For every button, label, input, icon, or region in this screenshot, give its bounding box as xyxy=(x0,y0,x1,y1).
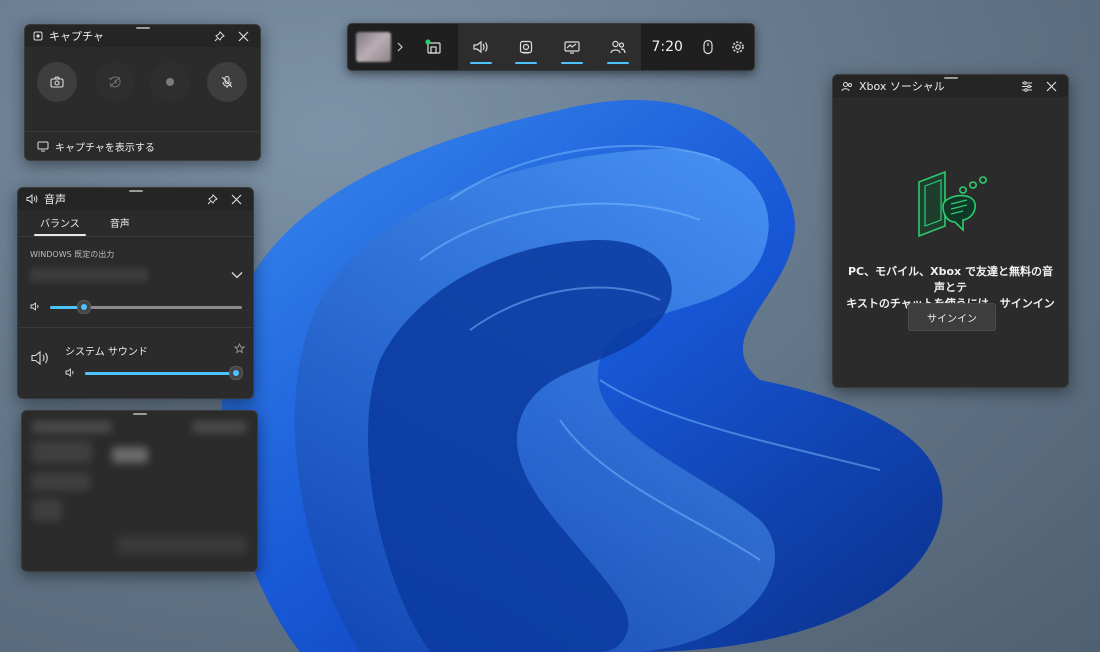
show-captures-label: キャプチャを表示する xyxy=(55,142,155,154)
pin-icon xyxy=(207,193,218,204)
chevron-right-icon xyxy=(397,42,404,52)
drag-handle[interactable] xyxy=(132,413,147,415)
camera-icon xyxy=(50,76,64,88)
speaker-icon xyxy=(31,350,48,366)
pin-icon xyxy=(214,30,225,41)
close-icon xyxy=(231,194,241,204)
mouse-icon xyxy=(703,39,713,55)
performance-widget-button[interactable] xyxy=(548,24,595,70)
audio-panel: 音声 バランス 音声 WINDOWS 既定の出力 システム サウンド xyxy=(17,187,254,399)
output-device-name xyxy=(30,268,148,282)
audio-widget-button[interactable] xyxy=(458,24,504,70)
blurred-widget-panel xyxy=(21,410,258,572)
mic-toggle-button[interactable] xyxy=(207,62,247,102)
xbox-social-panel: Xbox ソーシャル PC、モバイル、Xbox で友達と無料の音声とテ キストの… xyxy=(832,74,1069,388)
record-last-button[interactable] xyxy=(95,62,135,102)
output-device-dropdown[interactable] xyxy=(231,271,243,279)
audio-icon xyxy=(26,194,38,204)
app-speaker-icon-wrap xyxy=(31,350,51,366)
tab-balance[interactable]: バランス xyxy=(34,211,86,236)
performance-icon xyxy=(563,41,580,54)
drag-handle[interactable] xyxy=(128,190,143,192)
close-button[interactable] xyxy=(1042,77,1060,95)
record-last-icon xyxy=(108,76,121,88)
speaker-icon xyxy=(30,302,39,311)
game-bar: 7:20 xyxy=(347,23,755,71)
signin-message-line-1: PC、モバイル、Xbox で友達と無料の音声とテ xyxy=(848,265,1053,294)
clock: 7:20 xyxy=(651,39,683,55)
output-section-label: WINDOWS 既定の出力 xyxy=(30,250,115,259)
close-button[interactable] xyxy=(234,27,252,45)
game-thumbnail[interactable] xyxy=(356,32,392,62)
social-icon xyxy=(841,81,852,91)
audio-icon xyxy=(473,40,488,54)
settings-button[interactable] xyxy=(722,24,754,70)
filter-button[interactable] xyxy=(1018,77,1036,95)
gear-icon xyxy=(732,41,745,53)
app-volume-icon-wrap xyxy=(65,368,76,377)
expand-chevron[interactable] xyxy=(391,24,409,70)
signin-button[interactable]: サインイン xyxy=(908,303,996,331)
master-volume-slider[interactable] xyxy=(50,300,242,314)
widget-menu-icon xyxy=(425,39,441,54)
capture-icon xyxy=(520,40,533,54)
panel-title: Xbox ソーシャル xyxy=(859,80,945,93)
mic-off-icon xyxy=(221,75,233,88)
close-icon xyxy=(1046,81,1056,91)
record-button[interactable] xyxy=(150,62,190,102)
show-captures-link[interactable]: キャプチャを表示する xyxy=(25,131,260,160)
filter-icon xyxy=(1022,80,1032,92)
social-widget-button[interactable] xyxy=(594,24,642,70)
close-icon xyxy=(238,31,248,41)
chat-illustration xyxy=(913,168,993,250)
capture-widget-button[interactable] xyxy=(503,24,549,70)
gallery-icon xyxy=(37,141,49,151)
record-icon xyxy=(166,78,174,86)
tab-voice[interactable]: 音声 xyxy=(110,211,130,236)
panel-title: 音声 xyxy=(44,193,66,206)
panel-title: キャプチャ xyxy=(49,30,104,43)
pin-button[interactable] xyxy=(210,27,228,45)
divider xyxy=(18,327,253,328)
app-name: システム サウンド xyxy=(65,347,148,358)
social-icon xyxy=(610,40,626,54)
pin-button[interactable] xyxy=(203,190,221,208)
chat-bubbles-icon xyxy=(918,170,988,238)
drag-handle[interactable] xyxy=(135,27,150,29)
star-icon xyxy=(234,343,245,354)
favorite-button[interactable] xyxy=(234,343,245,354)
speaker-icon xyxy=(65,368,74,377)
widget-menu-button[interactable] xyxy=(409,24,458,70)
app-volume-slider[interactable] xyxy=(85,366,243,380)
drag-handle[interactable] xyxy=(943,77,958,79)
close-button[interactable] xyxy=(227,190,245,208)
mouse-lock-button[interactable] xyxy=(693,24,723,70)
chevron-down-icon xyxy=(231,272,243,279)
capture-panel: キャプチャ キャプチャを表示する xyxy=(24,24,261,161)
screenshot-button[interactable] xyxy=(37,62,77,102)
capture-icon xyxy=(33,31,43,41)
audio-tabs: バランス 音声 xyxy=(18,210,253,237)
master-volume-icon-wrap xyxy=(30,302,41,311)
